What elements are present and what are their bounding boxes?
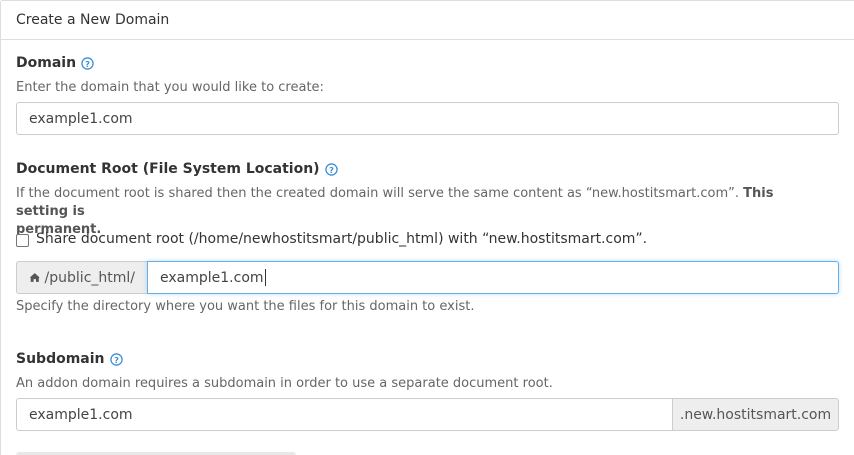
svg-text:?: ?: [329, 164, 334, 174]
help-icon[interactable]: ?: [109, 352, 123, 366]
panel-title: Create a New Domain: [1, 1, 854, 40]
subdomain-input[interactable]: example1.com: [16, 398, 673, 431]
docroot-label: Document Root (File System Location) ?: [16, 161, 338, 177]
domain-input[interactable]: example1.com: [16, 102, 839, 135]
subdomain-label: Subdomain ?: [16, 351, 123, 367]
svg-text:?: ?: [114, 354, 119, 364]
svg-text:?: ?: [85, 58, 90, 68]
share-docroot-checkbox[interactable]: [16, 234, 29, 247]
text-caret: [264, 269, 266, 286]
help-icon[interactable]: ?: [81, 56, 94, 70]
docroot-input[interactable]: example1.com: [147, 261, 839, 294]
share-docroot-label[interactable]: Share document root (/home/newhostitsmar…: [36, 231, 647, 247]
subdomain-description: An addon domain requires a subdomain in …: [16, 376, 553, 391]
docroot-prefix: /public_html/: [16, 261, 147, 294]
docroot-hint: Specify the directory where you want the…: [16, 299, 475, 314]
domain-label: Domain ?: [16, 55, 94, 71]
help-icon[interactable]: ?: [324, 162, 338, 176]
home-icon: [29, 273, 40, 282]
subdomain-suffix: .new.hostitsmart.com: [673, 398, 839, 431]
domain-description: Enter the domain that you would like to …: [16, 80, 324, 95]
